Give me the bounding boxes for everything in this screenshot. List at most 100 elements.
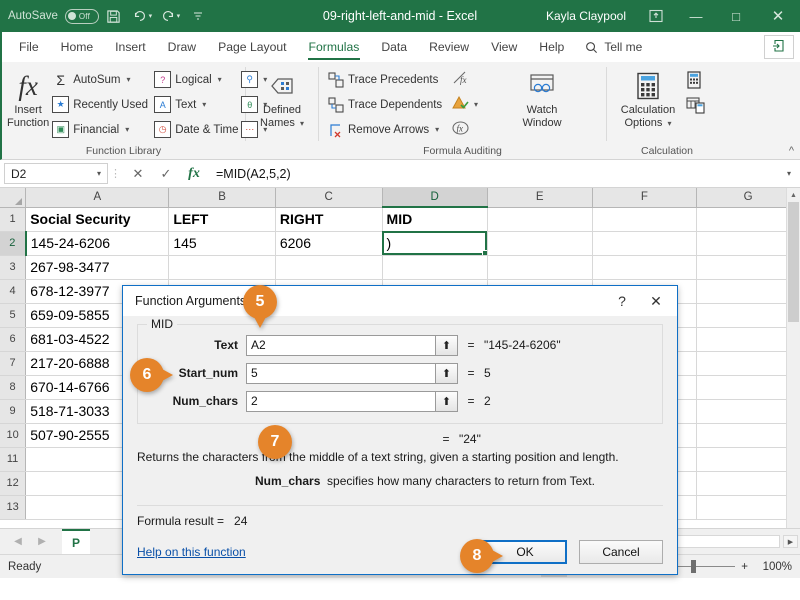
cell-g5[interactable]: [696, 303, 800, 328]
cell-e2[interactable]: [487, 231, 593, 256]
cell-g1[interactable]: [696, 207, 800, 232]
cell-g7[interactable]: [696, 351, 800, 376]
horizontal-scrollbar[interactable]: [660, 535, 780, 548]
recently-used-button[interactable]: ★ Recently Used ▾: [49, 93, 158, 116]
tab-view[interactable]: View: [480, 32, 528, 62]
cell-g12[interactable]: [696, 471, 800, 496]
error-checking-button[interactable]: ▾: [450, 93, 494, 116]
tab-file[interactable]: File: [8, 32, 50, 62]
cell-c3[interactable]: [275, 255, 383, 280]
cell-c1[interactable]: RIGHT: [275, 207, 383, 232]
autosave-toggle[interactable]: Off: [64, 8, 99, 24]
help-on-this-function-link[interactable]: Help on this function: [137, 545, 246, 559]
remove-arrows-button[interactable]: Remove Arrows ▾: [324, 118, 450, 141]
calculation-options-button[interactable]: Calculation Options ▾: [612, 66, 684, 130]
ribbon-display-options-icon[interactable]: [636, 0, 676, 32]
calculate-sheet-button[interactable]: [684, 95, 708, 118]
scroll-right-arrow-icon[interactable]: ▶: [783, 535, 798, 548]
row-header-10[interactable]: 10: [0, 423, 27, 448]
previous-sheet-icon[interactable]: ◀: [6, 536, 30, 547]
show-formulas-button[interactable]: fx: [450, 68, 494, 91]
tell-me-search[interactable]: Tell me: [575, 32, 652, 62]
cell-f3[interactable]: [592, 255, 698, 280]
cell-d2[interactable]: ): [382, 231, 488, 256]
row-header-7[interactable]: 7: [0, 351, 27, 376]
financial-button[interactable]: ▣ Financial ▾: [49, 118, 151, 141]
cell-e3[interactable]: [487, 255, 593, 280]
tab-help[interactable]: Help: [528, 32, 575, 62]
close-button[interactable]: ✕: [756, 0, 800, 32]
scroll-up-arrow-icon[interactable]: ▲: [787, 188, 800, 202]
column-header-d[interactable]: D: [382, 188, 488, 208]
cell-c2[interactable]: 6206: [275, 231, 383, 256]
zoom-slider-thumb[interactable]: [691, 560, 697, 573]
evaluate-formula-button[interactable]: fx: [450, 118, 494, 141]
cell-a1[interactable]: Social Security: [25, 207, 170, 232]
collapse-dialog-icon[interactable]: ⬆: [436, 390, 458, 412]
next-sheet-icon[interactable]: ▶: [30, 536, 54, 547]
date-time-button[interactable]: ◷ Date & Time ▾: [151, 118, 249, 141]
row-header-11[interactable]: 11: [0, 447, 27, 472]
collapse-ribbon-icon[interactable]: ^: [789, 145, 794, 157]
cell-d1[interactable]: MID: [382, 207, 488, 232]
collapse-dialog-icon[interactable]: ⬆: [436, 362, 458, 384]
defined-names-button[interactable]: Defined Names ▾: [251, 66, 313, 130]
column-header-c[interactable]: C: [275, 188, 383, 208]
zoom-level-label[interactable]: 100%: [754, 561, 792, 573]
trace-dependents-button[interactable]: Trace Dependents: [324, 93, 450, 116]
tab-formulas[interactable]: Formulas: [298, 32, 371, 62]
row-header-4[interactable]: 4: [0, 279, 27, 304]
trace-precedents-button[interactable]: Trace Precedents: [324, 68, 450, 91]
close-icon[interactable]: ✕: [639, 287, 673, 315]
cell-a3[interactable]: 267-98-3477: [25, 255, 170, 280]
insert-function-button[interactable]: fx Insert Function: [7, 66, 49, 129]
tab-draw[interactable]: Draw: [157, 32, 207, 62]
enter-icon[interactable]: ✓: [152, 163, 180, 185]
help-question-icon[interactable]: ?: [605, 287, 639, 315]
cell-g10[interactable]: [696, 423, 800, 448]
save-icon[interactable]: [101, 3, 127, 29]
cell-d3[interactable]: [382, 255, 488, 280]
row-header-6[interactable]: 6: [0, 327, 27, 352]
cell-g6[interactable]: [696, 327, 800, 352]
collapse-dialog-icon[interactable]: ⬆: [436, 334, 458, 356]
row-header-3[interactable]: 3: [0, 255, 27, 280]
cell-g2[interactable]: [696, 231, 800, 256]
column-header-e[interactable]: E: [487, 188, 593, 208]
column-header-a[interactable]: A: [25, 188, 170, 208]
name-box[interactable]: D2 ▾: [4, 163, 108, 184]
cell-b2[interactable]: 145: [168, 231, 276, 256]
cell-g4[interactable]: [696, 279, 800, 304]
row-header-2[interactable]: 2: [0, 231, 27, 256]
row-header-9[interactable]: 9: [0, 399, 27, 424]
logical-button[interactable]: ? Logical ▾: [151, 68, 239, 91]
column-header-b[interactable]: B: [168, 188, 276, 208]
cell-g3[interactable]: [696, 255, 800, 280]
select-all-corner[interactable]: [0, 188, 27, 208]
column-header-f[interactable]: F: [592, 188, 698, 208]
column-header-g[interactable]: G: [696, 188, 800, 208]
cell-g11[interactable]: [696, 447, 800, 472]
argument-input-text[interactable]: A2: [246, 334, 436, 356]
expand-formula-bar-icon[interactable]: ▾: [782, 169, 796, 178]
vertical-scrollbar-thumb[interactable]: [788, 202, 799, 322]
calculate-now-button[interactable]: [684, 70, 708, 93]
cell-f2[interactable]: [592, 231, 698, 256]
cancel-button[interactable]: Cancel: [579, 540, 663, 564]
row-header-8[interactable]: 8: [0, 375, 27, 400]
tab-page-layout[interactable]: Page Layout: [207, 32, 297, 62]
formula-input[interactable]: =MID(A2,5,2): [208, 163, 782, 185]
tab-insert[interactable]: Insert: [104, 32, 156, 62]
cell-g8[interactable]: [696, 375, 800, 400]
argument-input-num-chars[interactable]: 2: [246, 390, 436, 412]
cell-g9[interactable]: [696, 399, 800, 424]
undo-icon[interactable]: ▾: [129, 3, 155, 29]
tab-home[interactable]: Home: [50, 32, 105, 62]
cell-b3[interactable]: [168, 255, 276, 280]
tab-review[interactable]: Review: [418, 32, 480, 62]
share-button[interactable]: [764, 35, 794, 59]
text-button[interactable]: A Text ▾: [151, 93, 239, 116]
vertical-scrollbar[interactable]: ▲: [786, 188, 800, 528]
row-header-1[interactable]: 1: [0, 207, 27, 232]
cell-g13[interactable]: [696, 495, 800, 520]
